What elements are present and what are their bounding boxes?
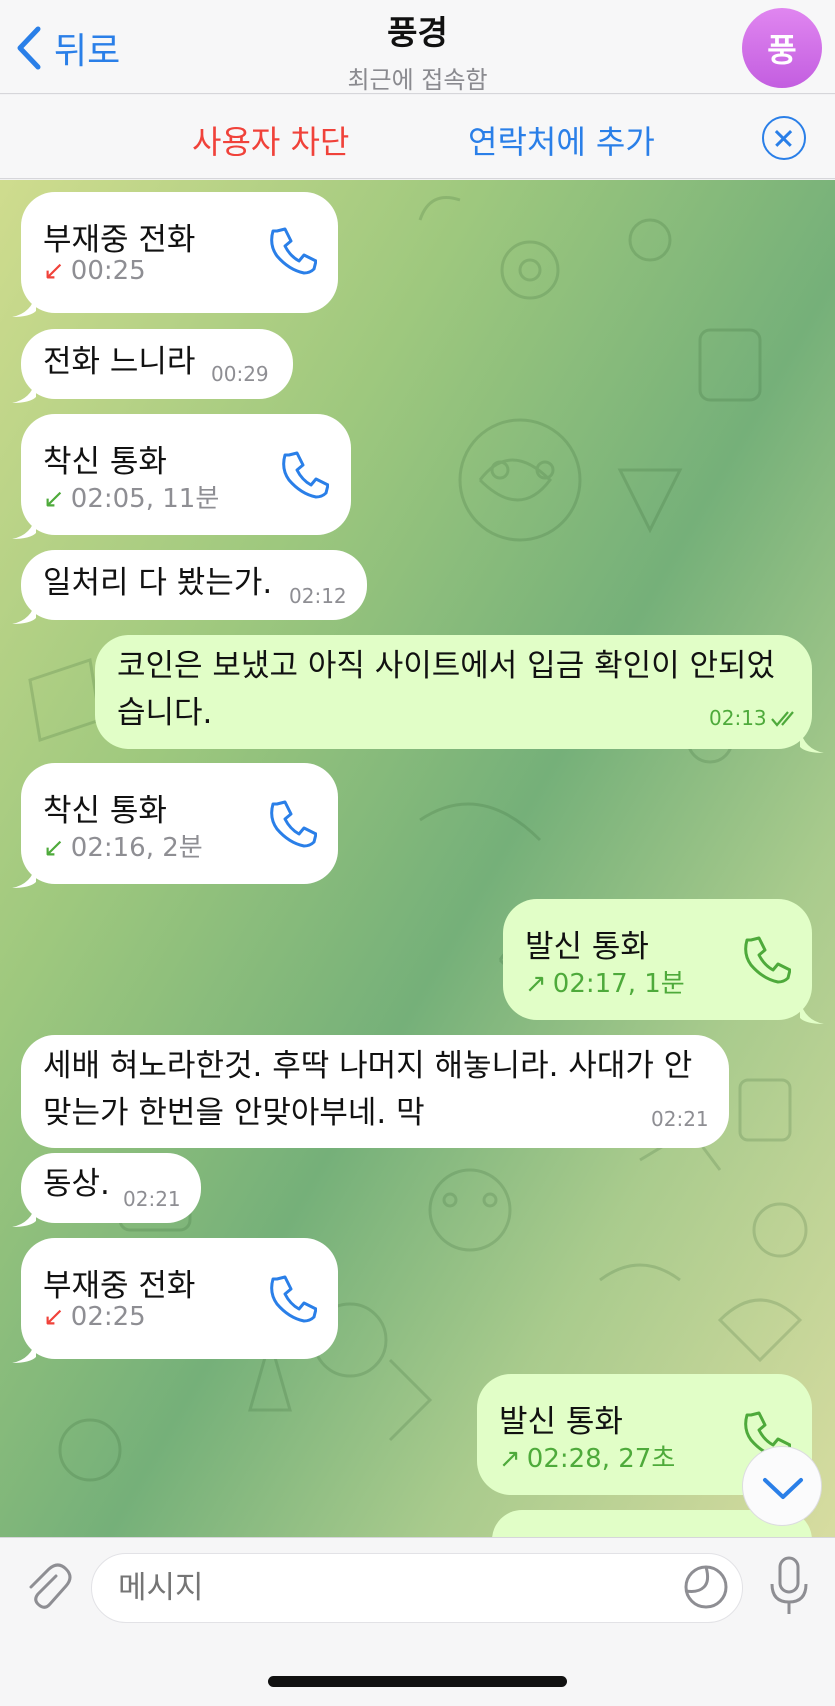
call-title: 착신 통화 [43,444,167,480]
call-time: 02:16, 2분 [70,833,203,863]
call-message[interactable]: 착신 통화 ↙ 02:05, 11분 [21,414,351,535]
call-time: 00:25 [70,256,146,286]
incoming-arrow-icon: ↙ [43,484,65,514]
call-message[interactable]: 부재중 전화 ↙ 02:25 [21,1238,338,1359]
message-time: 02:21 [651,1107,709,1131]
missed-arrow-icon: ↙ [43,1302,65,1332]
avatar[interactable]: 풍 [742,8,822,88]
scroll-to-bottom-button[interactable] [742,1446,822,1526]
bubble-tail [12,379,36,403]
call-title: 발신 통화 [525,929,649,965]
chevron-down-icon [763,1478,803,1499]
call-meta: ↙ 00:25 [43,256,146,286]
call-meta: ↙ 02:16, 2분 [43,827,203,864]
call-title: 부재중 전화 [43,1268,196,1304]
call-meta: ↙ 02:25 [43,1302,146,1332]
text-message[interactable]: 동상. 02:21 [21,1153,201,1223]
message-time: 02:12 [289,584,347,608]
call-message[interactable]: 착신 통화 ↙ 02:16, 2분 [21,763,338,884]
message-input-bar [0,1537,835,1706]
incoming-arrow-icon: ↙ [43,833,65,863]
add-contact-button[interactable]: 연락처에 추가 [468,117,655,163]
message-text-line-2: 맞는가 한번을 안맞아부네. 막 [43,1095,425,1131]
call-title: 발신 통화 [499,1404,623,1440]
phone-icon[interactable] [279,449,329,499]
sticker-icon[interactable] [682,1563,730,1611]
contact-action-bar: 사용자 차단 연락처에 추가 [0,95,835,179]
message-text-line-2: 습니다. [117,695,213,731]
bubble-tail [800,1000,824,1024]
message-time: 02:21 [123,1187,181,1211]
phone-icon[interactable] [267,225,317,275]
last-seen-status: 최근에 접속함 [347,66,488,94]
phone-icon[interactable] [267,798,317,848]
bubble-tail [800,729,824,753]
message-text: 전화 느니라 [43,344,196,380]
call-title: 착신 통화 [43,793,167,829]
call-time: 02:17, 1분 [552,969,685,999]
bubble-tail [12,1203,36,1227]
call-meta: ↗ 02:28, 27초 [499,1438,675,1475]
paperclip-icon[interactable] [22,1562,72,1612]
call-time: 02:25 [70,1302,146,1332]
outgoing-arrow-icon: ↗ [525,969,547,999]
block-user-button[interactable]: 사용자 차단 [192,117,349,163]
text-message-outgoing[interactable]: 코인은 보냈고 아직 사이트에서 입금 확인이 안되었 습니다. 02:13 [95,635,812,749]
call-time: 02:05, 11분 [70,484,220,514]
text-message[interactable]: 일처리 다 봤는가. 02:12 [21,550,367,620]
call-message-outgoing[interactable]: 발신 통화 ↗ 02:17, 1분 [503,899,812,1020]
call-meta: ↗ 02:17, 1분 [525,963,685,1000]
call-meta: ↙ 02:05, 11분 [43,478,219,515]
message-text-line-1: 코인은 보냈고 아직 사이트에서 입금 확인이 안되었 [117,648,776,684]
message-time: 00:29 [211,362,269,386]
message-text-line-1: 세배 혀노라한것. 후딱 나머지 해놓니라. 사대가 안 [43,1048,693,1084]
phone-icon[interactable] [267,1273,317,1323]
missed-arrow-icon: ↙ [43,256,65,286]
call-title: 부재중 전화 [43,222,196,258]
phone-icon[interactable] [741,934,791,984]
message-text: 일처리 다 봤는가. [43,565,273,601]
bubble-tail [12,600,36,624]
bubble-tail [12,1339,36,1363]
text-message[interactable]: 세배 혀노라한것. 후딱 나머지 해놓니라. 사대가 안 맞는가 한번을 안맞아… [21,1035,729,1148]
chat-title: 풍경 [387,13,448,52]
bubble-tail [12,864,36,888]
outgoing-arrow-icon: ↗ [499,1444,521,1474]
read-checkmarks-icon [771,711,794,727]
text-message[interactable]: 전화 느니라 00:29 [21,329,293,399]
call-time: 02:28, 27초 [526,1444,676,1474]
microphone-icon[interactable] [768,1556,810,1616]
chat-header: 뒤로 풍경 최근에 접속함 풍 [0,0,835,94]
message-time: 02:13 [709,706,767,730]
call-message[interactable]: 부재중 전화 ↙ 00:25 [21,192,338,313]
bubble-tail [12,515,36,539]
close-icon[interactable] [762,116,806,160]
message-list[interactable]: 부재중 전화 ↙ 00:25 전화 느니라 00:29 착신 통화 ↙ 02:05,… [0,180,835,1537]
message-input[interactable] [91,1553,743,1623]
home-indicator [268,1676,567,1687]
bubble-tail [12,293,36,317]
message-text: 동상. [43,1166,110,1202]
chat-title-area[interactable]: 풍경 최근에 접속함 [0,6,835,95]
